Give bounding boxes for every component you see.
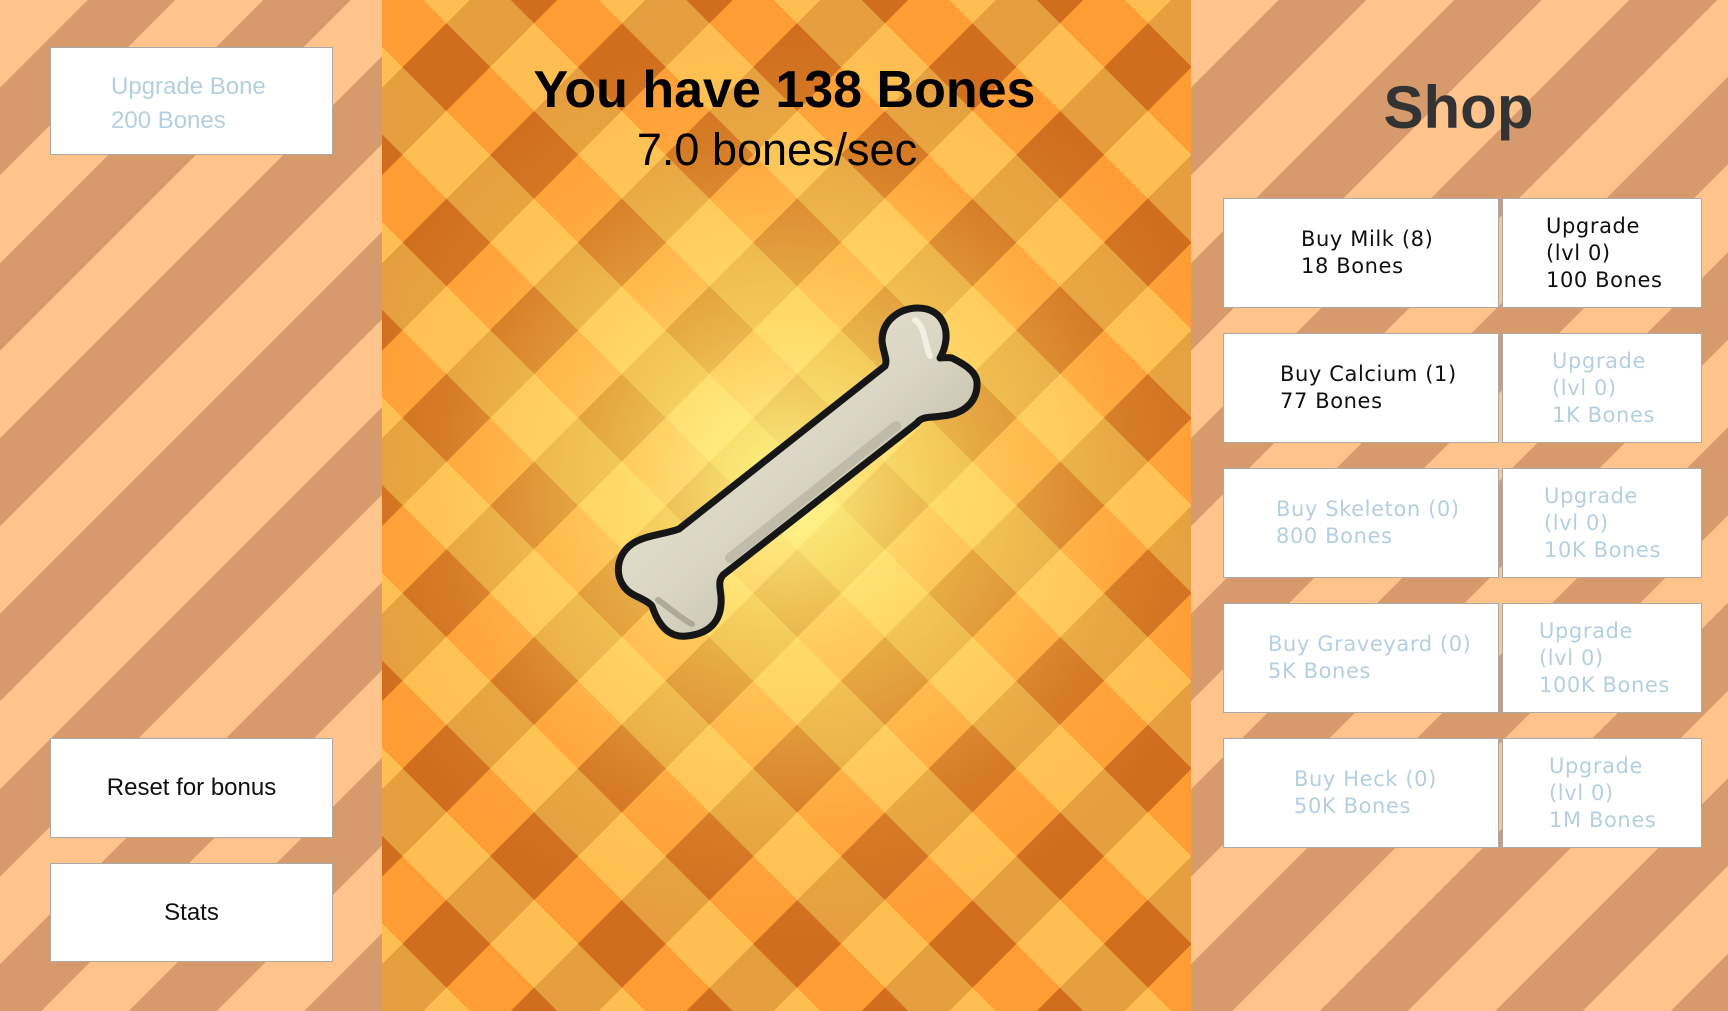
- buy-milk-label: Buy Milk (8): [1301, 227, 1434, 251]
- upgrade-milk-cost: 100 Bones: [1546, 267, 1663, 292]
- buy-heck-cost: 50K Bones: [1294, 794, 1411, 818]
- upgrade-graveyard-cost: 100K Bones: [1539, 672, 1670, 697]
- stats-button[interactable]: Stats: [50, 863, 333, 962]
- buy-graveyard-cost: 5K Bones: [1268, 659, 1372, 683]
- upgrade-calcium-cost: 1K Bones: [1552, 402, 1656, 427]
- upgrade-milk-label: Upgrade: [1546, 213, 1640, 238]
- buy-calcium-label: Buy Calcium (1): [1280, 362, 1457, 386]
- upgrade-skeleton-button[interactable]: Upgrade (lvl 0) 10K Bones: [1502, 468, 1702, 578]
- upgrade-heck-button[interactable]: Upgrade (lvl 0) 1M Bones: [1502, 738, 1702, 848]
- buy-skeleton-cost: 800 Bones: [1276, 524, 1393, 548]
- bone-icon[interactable]: [600, 300, 1000, 680]
- upgrade-skeleton-cost: 10K Bones: [1544, 537, 1661, 562]
- reset-for-bonus-label: Reset for bonus: [106, 774, 277, 801]
- buy-milk-button[interactable]: Buy Milk (8) 18 Bones: [1223, 198, 1499, 308]
- upgrade-heck-cost: 1M Bones: [1549, 807, 1657, 832]
- upgrade-bone-cost: 200 Bones: [111, 107, 226, 134]
- buy-milk-cost: 18 Bones: [1301, 254, 1404, 278]
- buy-heck-button[interactable]: Buy Heck (0) 50K Bones: [1223, 738, 1499, 848]
- upgrade-heck-label: Upgrade: [1549, 753, 1643, 778]
- upgrade-skeleton-level: (lvl 0): [1544, 510, 1609, 535]
- upgrade-skeleton-label: Upgrade: [1544, 483, 1638, 508]
- buy-calcium-button[interactable]: Buy Calcium (1) 77 Bones: [1223, 333, 1499, 443]
- upgrade-graveyard-label: Upgrade: [1539, 618, 1633, 643]
- upgrade-milk-level: (lvl 0): [1546, 240, 1611, 265]
- buy-heck-label: Buy Heck (0): [1294, 767, 1437, 791]
- upgrade-milk-button[interactable]: Upgrade (lvl 0) 100 Bones: [1502, 198, 1702, 308]
- buy-skeleton-button[interactable]: Buy Skeleton (0) 800 Bones: [1223, 468, 1499, 578]
- buy-graveyard-label: Buy Graveyard (0): [1268, 632, 1472, 656]
- upgrade-graveyard-level: (lvl 0): [1539, 645, 1604, 670]
- reset-for-bonus-button[interactable]: Reset for bonus: [50, 738, 333, 838]
- upgrade-bone-button[interactable]: Upgrade Bone 200 Bones: [50, 47, 333, 155]
- buy-skeleton-label: Buy Skeleton (0): [1276, 497, 1460, 521]
- bones-per-second: 7.0 bones/sec: [636, 124, 918, 175]
- buy-calcium-cost: 77 Bones: [1280, 389, 1383, 413]
- upgrade-calcium-level: (lvl 0): [1552, 375, 1617, 400]
- upgrade-calcium-button[interactable]: Upgrade (lvl 0) 1K Bones: [1502, 333, 1702, 443]
- buy-graveyard-button[interactable]: Buy Graveyard (0) 5K Bones: [1223, 603, 1499, 713]
- shop-title: Shop: [1383, 74, 1534, 141]
- upgrade-graveyard-button[interactable]: Upgrade (lvl 0) 100K Bones: [1502, 603, 1702, 713]
- upgrade-calcium-label: Upgrade: [1552, 348, 1646, 373]
- center-panel: You have 138 Bones 7.0 bones/sec: [382, 0, 1191, 1011]
- bones-count: You have 138 Bones: [533, 61, 1036, 119]
- upgrade-bone-label: Upgrade Bone: [111, 73, 266, 100]
- upgrade-heck-level: (lvl 0): [1549, 780, 1614, 805]
- stats-label: Stats: [164, 898, 219, 926]
